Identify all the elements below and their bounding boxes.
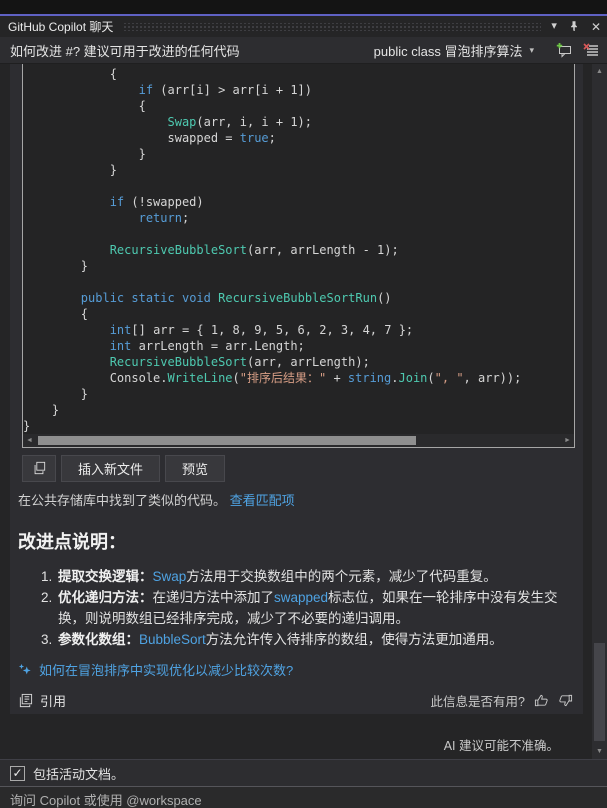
context-selector-label: public class 冒泡排序算法 — [373, 43, 523, 59]
scroll-right-arrow-icon[interactable]: ► — [561, 434, 574, 447]
drag-handle-dots[interactable] — [123, 22, 542, 31]
thumbs-down-icon[interactable] — [558, 693, 573, 708]
code-action-bar: 插入新文件 预览 — [10, 448, 583, 488]
code-line: swapped = true; — [23, 131, 276, 145]
code-block: { if (arr[i] > arr[i + 1]) { Swap(arr, i… — [22, 64, 575, 448]
sparkle-icon — [18, 663, 32, 677]
pin-icon[interactable] — [568, 20, 580, 33]
chat-question-toolbar: 如何改进 #? 建议可用于改进的任何代码 public class 冒泡排序算法… — [0, 37, 607, 64]
code-line: if (arr[i] > arr[i + 1]) — [138, 83, 312, 97]
code-line: } — [23, 163, 117, 177]
code-line: int[] arr = { 1, 8, 9, 5, 6, 2, 3, 4, 7 … — [109, 323, 414, 337]
panel-vertical-scrollbar[interactable]: ▲ ▼ — [592, 64, 607, 759]
code-line: { — [23, 67, 117, 81]
explanation-list: 提取交换逻辑：Swap方法用于交换数组中的两个元素，减少了代码重复。优化递归方法… — [10, 566, 583, 650]
list-item: 参数化数组：BubbleSort方法允许传入待排序的数组，使得方法更加通用。 — [56, 629, 583, 650]
scrollbar-thumb[interactable] — [38, 436, 416, 445]
include-active-document-row: ✓ 包括活动文档。 — [0, 759, 607, 786]
panel-title: GitHub Copilot 聊天 — [8, 20, 114, 34]
message-footer-row: 引用 此信息是否有用? — [10, 691, 583, 710]
include-active-document-checkbox[interactable]: ✓ — [10, 765, 25, 781]
scrollbar-track[interactable] — [36, 434, 561, 447]
scroll-down-arrow-icon[interactable]: ▼ — [592, 748, 607, 755]
copy-icon — [32, 461, 46, 475]
scrollbar-thumb[interactable] — [594, 643, 605, 741]
list-item: 优化递归方法：在递归方法中添加了swapped标志位，如果在一轮排序中没有发生交… — [56, 587, 583, 629]
chat-input-container — [0, 786, 607, 808]
code-line: { — [23, 99, 146, 113]
preview-button[interactable]: 预览 — [165, 454, 226, 482]
code-line: if (!swapped) — [109, 195, 204, 209]
helpful-question-text: 此信息是否有用? — [430, 695, 525, 709]
user-question-text: 如何改进 #? 建议可用于改进的任何代码 — [10, 43, 240, 59]
assistant-message-card: { if (arr[i] > arr[i + 1]) { Swap(arr, i… — [10, 64, 583, 714]
clear-chat-icon[interactable] — [583, 43, 599, 57]
references-icon — [18, 693, 33, 708]
copilot-chat-panel: GitHub Copilot 聊天 ▾ ✕ 如何改进 #? 建议可用于改进的任何… — [0, 0, 607, 808]
code-line: { — [23, 307, 89, 321]
followup-link[interactable]: 如何在冒泡排序中实现优化以减少比较次数? — [39, 660, 293, 679]
context-selector-dropdown[interactable]: public class 冒泡排序算法 ▾ — [374, 41, 534, 60]
references-button[interactable]: 引用 — [18, 691, 66, 710]
view-matches-link[interactable]: 查看匹配项 — [230, 493, 295, 508]
code-line: public static void RecursiveBubbleSortRu… — [80, 291, 392, 305]
explanation-heading: 改进点说明： — [18, 532, 126, 552]
code-line: } — [23, 147, 146, 161]
code-line: } — [23, 419, 31, 433]
code-line: Console.WriteLine("排序后结果：" + string.Join… — [23, 371, 522, 385]
code-area: { if (arr[i] > arr[i + 1]) { Swap(arr, i… — [23, 64, 574, 434]
code-line: RecursiveBubbleSort(arr, arrLength - 1); — [109, 243, 399, 257]
code-line: } — [23, 387, 89, 401]
code-line: } — [23, 259, 89, 273]
code-line: } — [23, 403, 60, 417]
code-line: return; — [138, 211, 190, 225]
chat-input[interactable] — [0, 787, 607, 808]
code-line: int arrLength = arr.Length; — [109, 339, 305, 353]
similar-code-text: 在公共存储库中找到了类似的代码。 — [18, 493, 227, 508]
followup-suggestion[interactable]: 如何在冒泡排序中实现优化以减少比较次数? — [10, 660, 583, 679]
list-item: 提取交换逻辑：Swap方法用于交换数组中的两个元素，减少了代码重复。 — [56, 566, 583, 587]
similar-code-note: 在公共存储库中找到了类似的代码。 查看匹配项 — [10, 488, 583, 518]
code-line: Swap(arr, i, i + 1); — [167, 115, 313, 129]
code-line: RecursiveBubbleSort(arr, arrLength); — [109, 355, 370, 369]
code-horizontal-scrollbar[interactable]: ◄ ► — [23, 434, 574, 447]
references-label: 引用 — [40, 694, 67, 709]
ai-disclaimer-text: AI 建议可能不准确。 — [443, 739, 559, 753]
copy-code-button[interactable] — [22, 454, 56, 482]
insert-new-file-button[interactable]: 插入新文件 — [61, 454, 161, 482]
scroll-up-arrow-icon[interactable]: ▲ — [592, 68, 607, 75]
scroll-left-arrow-icon[interactable]: ◄ — [23, 434, 36, 447]
chat-message-area: { if (arr[i] > arr[i + 1]) { Swap(arr, i… — [0, 64, 607, 759]
include-active-document-label: 包括活动文档。 — [33, 766, 125, 782]
close-icon[interactable]: ✕ — [591, 21, 601, 33]
new-chat-icon[interactable] — [556, 42, 573, 58]
window-menu-chevron-down-icon[interactable]: ▾ — [551, 21, 557, 32]
chevron-down-icon: ▾ — [529, 44, 534, 55]
window-top-strip — [0, 0, 607, 14]
thumbs-up-icon[interactable] — [534, 693, 549, 708]
panel-titlebar[interactable]: GitHub Copilot 聊天 ▾ ✕ — [0, 16, 607, 37]
